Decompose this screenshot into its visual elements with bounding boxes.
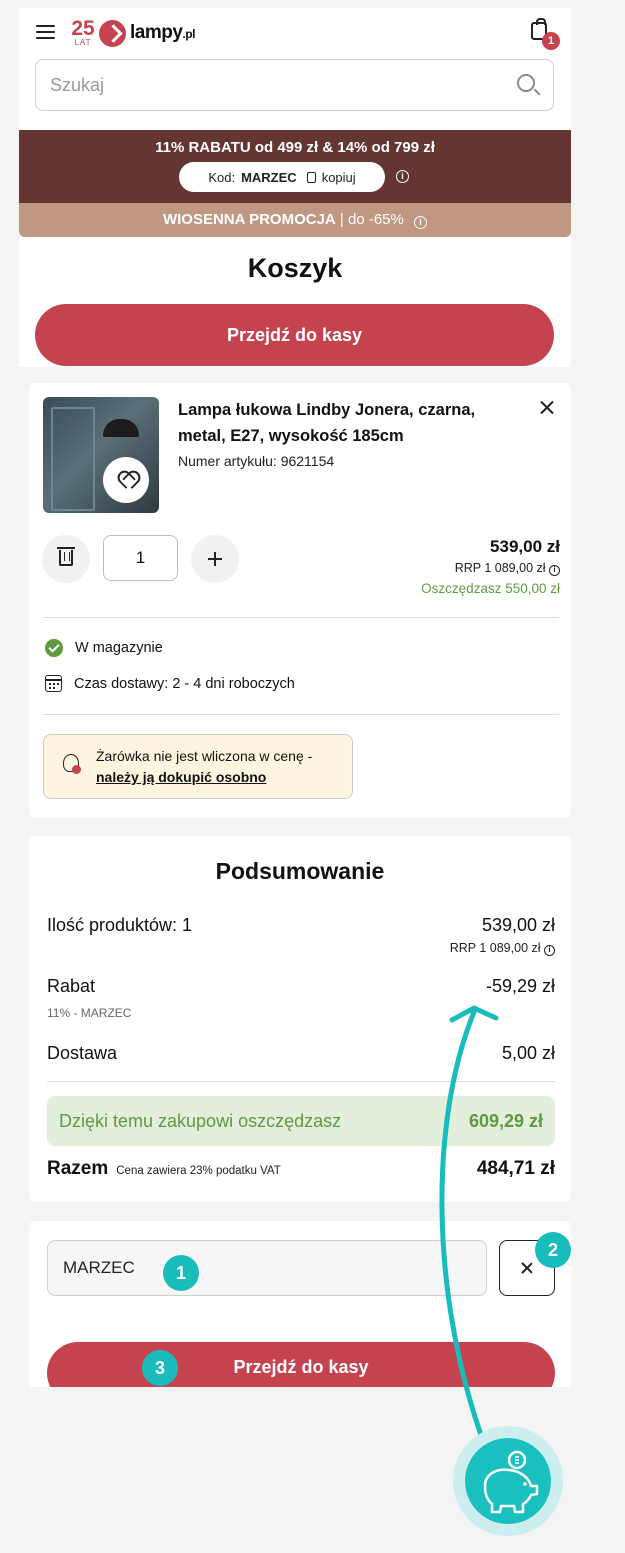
order-summary: Podsumowanie Ilość produktów: 1 539,00 zł… [29,836,571,1202]
promo-code: MARZEC [241,169,297,185]
promo-title: 11% RABATU od 499 zł & 14% od 799 zł [155,139,435,156]
page-container: 25LAT lampy.pl 1 11% RABATU od 499 zł & … [19,8,571,367]
product-name[interactable]: Lampa łukowa Lindby Jonera, czarna, meta… [178,397,518,449]
menu-icon[interactable] [36,25,55,39]
product-image[interactable] [43,397,159,513]
logo[interactable]: 25 LAT lampy.pl [69,17,195,49]
increase-quantity-button[interactable] [191,535,239,583]
bulb-link[interactable]: należy ją dokupić osobno [96,767,348,788]
summary-shipping-row: Dostawa 5,00 zł [47,1043,555,1063]
summary-rrp: RRP 1 089,00 zł i [450,941,555,956]
total-value: 484,71 zł [476,1158,555,1179]
copy-icon [306,171,316,183]
bulb-notice-text: Żarówka nie jest wliczona w cenę - należ… [96,746,348,788]
divider [43,714,559,715]
promo-banner: 11% RABATU od 499 zł & 14% od 799 zł Kod… [19,130,571,203]
stock-status: W magazynie [45,639,163,657]
annotation-marker-1: 1 [163,1255,199,1291]
annotation-marker-2: 2 [535,1232,571,1268]
summary-products-row: Ilość produktów: 1 539,00 zł [47,915,555,935]
summary-title: Podsumowanie [215,858,385,884]
piggy-bank-icon [465,1438,551,1524]
summary-discount-row: Rabat -59,29 zł [47,976,555,996]
cart-header: Koszyk Przejdź do kasy [19,237,571,367]
search-icon[interactable] [517,74,535,92]
summary-discount-code: 11% - MARZEC [47,1006,132,1020]
info-icon[interactable]: i [549,565,560,576]
bulb-notice: Żarówka nie jest wliczona w cenę - należ… [43,734,353,799]
summary-savings: Dzięki temu zakupowi oszczędzasz 609,29 z… [47,1096,555,1146]
product-rrp: RRP 1 089,00 zł i [455,561,560,576]
product-price: 539,00 zł [490,537,560,556]
lightbulb-icon [63,754,81,774]
coupon-input[interactable]: MARZEC [47,1240,487,1296]
promo-code-pill[interactable]: Kod: MARZEC kopiuj [179,162,385,192]
search-input[interactable] [36,60,476,110]
quantity-field[interactable]: 1 [103,535,178,581]
spring-promo-title: WIOSENNA PROMOCJA [162,211,336,228]
cart-count-badge: 1 [542,32,560,50]
vat-note: Cena zawiera 23% podatku VAT [116,1165,281,1177]
check-circle-icon [45,639,63,657]
logo-anniversary: 25 LAT [71,16,95,47]
info-icon[interactable]: i [396,170,409,183]
checkout-button-bottom[interactable]: Przejdź do kasy [47,1342,555,1387]
summary-total-row: Razem Cena zawiera 23% podatku VAT 484,71… [47,1158,555,1180]
lamp-shade [103,419,139,437]
favorite-button[interactable] [103,457,149,503]
remove-item-icon[interactable] [537,397,557,417]
calendar-icon [45,675,62,692]
info-icon[interactable]: i [544,945,555,956]
delete-button[interactable] [42,535,90,583]
coupon-section: MARZEC Przejdź do kasy [29,1221,571,1387]
annotation-marker-3: 3 [142,1350,178,1386]
heart-icon [118,473,134,487]
trash-icon [57,547,75,566]
plus-icon [208,552,222,566]
promo-code-label: Kod: [208,169,236,185]
copy-label[interactable]: kopiuj [322,170,356,185]
site-header: 25 LAT lampy.pl 1 [19,8,571,130]
divider [43,617,559,618]
logo-wordmark: lampy.pl [130,22,195,43]
info-icon[interactable]: i [414,216,428,229]
delivery-time: Czas dostawy: 2 - 4 dni roboczych [45,675,295,692]
total-label: Razem [47,1158,109,1179]
logo-mark-icon [99,19,126,47]
spring-promo-banner[interactable]: WIOSENNA PROMOCJA | do -65% i [19,203,571,237]
divider [47,1081,555,1082]
page-title: Koszyk [247,253,343,283]
search-box [35,59,554,111]
piggy-bank-icon-graphic [483,1450,539,1514]
product-sku: Numer artykułu: 9621154 [178,453,335,469]
checkout-button[interactable]: Przejdź do kasy [35,304,554,366]
spring-promo-discount: | do -65% [335,211,404,228]
product-savings: Oszczędzasz 550,00 zł [421,581,560,596]
cart-item: Lampa łukowa Lindby Jonera, czarna, meta… [29,383,571,818]
